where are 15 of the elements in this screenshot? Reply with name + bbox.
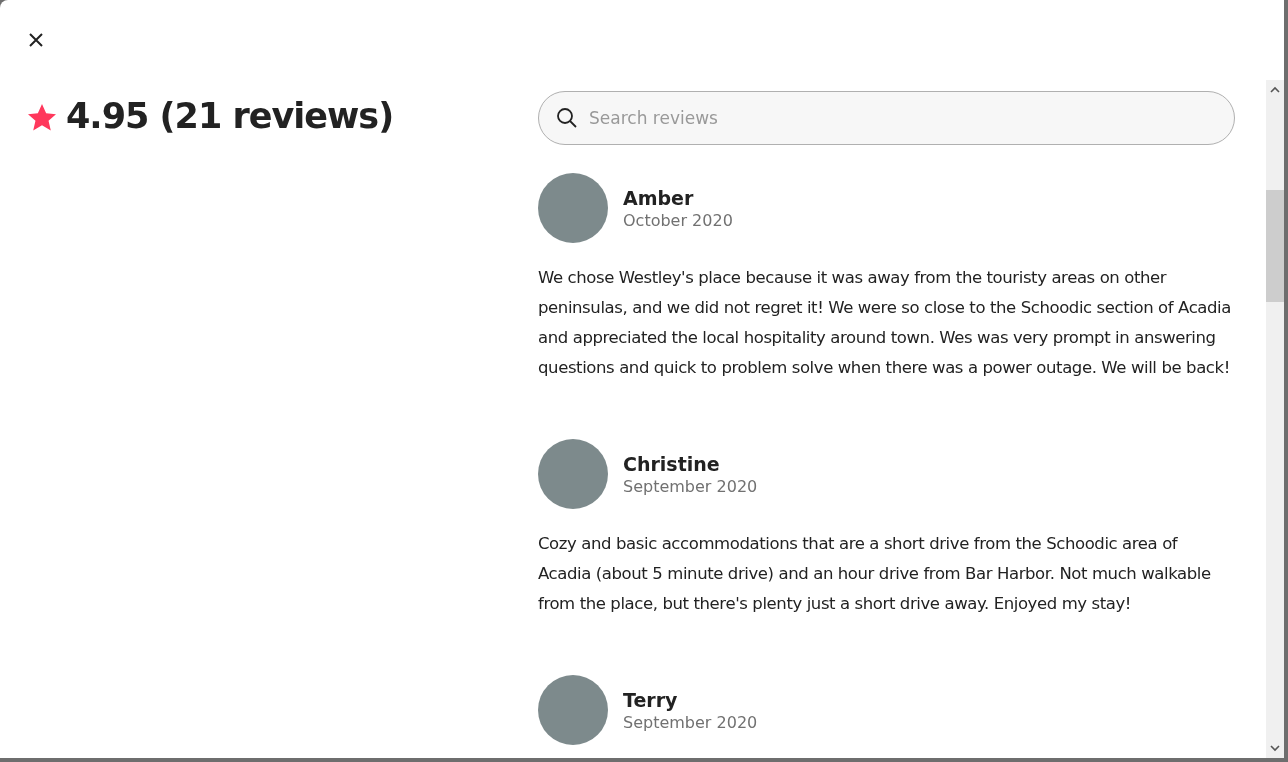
search-field[interactable]: Search reviews (538, 91, 1235, 145)
reviewer-name: Amber (623, 186, 695, 209)
rating-heading: 4.95 (21 reviews) (66, 96, 394, 136)
scroll-down-icon[interactable] (1269, 744, 1281, 752)
scrollbar-thumb[interactable] (1266, 190, 1284, 302)
review-text: We chose Westley's place because it was away from the touristy areas on other peninsulas, and we did not regret it! We were so close to the Schoodic section of Acadia and appreciated the local hospitality around town. Wes was very prompt in answering questions and quick to problem solve when there was a power outage. We will be back! (538, 267, 1232, 379)
scrollbar[interactable] (1266, 80, 1284, 758)
reviewer-name: Terry (623, 688, 679, 711)
scroll-up-icon[interactable] (1269, 86, 1281, 94)
review-date: September 2020 (623, 476, 758, 496)
reviewer-name: Christine (623, 452, 721, 475)
review-text: Cozy and basic accommodations that are a short drive from the Schoodic area of Acadia (about 5 minute drive) and an hour drive from Bar Harbor. Not much walkable from the place, but there's plenty just a short drive away. Enjoyed my stay! (538, 533, 1212, 615)
review-date: September 2020 (623, 712, 758, 732)
close-icon (28, 32, 44, 48)
review-date: October 2020 (623, 210, 733, 230)
